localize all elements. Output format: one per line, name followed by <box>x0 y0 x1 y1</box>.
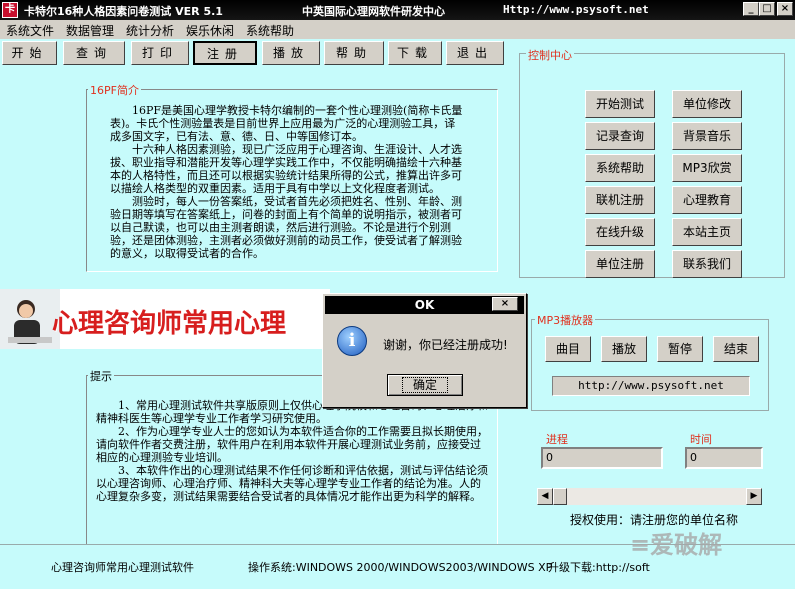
menu-file[interactable]: 系统文件 <box>6 22 54 39</box>
control-center-label: 控制中心 <box>526 47 574 63</box>
unit-register-button[interactable]: 单位注册 <box>585 250 655 278</box>
intro-paragraph: 16PF是美国心理学教授卡特尔编制的一套个性心理测验(简称卡氏量表)。卡氏个性测… <box>110 104 463 143</box>
menu-entertainment[interactable]: 娱乐休闲 <box>186 22 234 39</box>
menu-data[interactable]: 数据管理 <box>66 22 114 39</box>
mp3-label: MP3播放器 <box>535 312 596 328</box>
tips-paragraph: 3、本软件作出的心理测试结果不作任何诊断和评估依据，测试与评估结论须以心理咨询师… <box>96 464 488 503</box>
status-os: 操作系统:WINDOWS 2000/WINDOWS2003/WINDOWS XP <box>248 561 553 574</box>
toolbar-query-button[interactable]: 查询 <box>63 41 125 65</box>
close-button[interactable]: × <box>777 2 793 16</box>
record-query-button[interactable]: 记录查询 <box>585 122 655 150</box>
title-bar: 卡 卡特尔16种人格因素问卷测试 VER 5.1 中英国际心理网软件研发中心 H… <box>0 0 795 20</box>
mp3-stop-button[interactable]: 结束 <box>713 336 759 362</box>
tips-label: 提示 <box>88 368 114 384</box>
dialog-ok-button[interactable]: 确定 <box>387 374 463 396</box>
title-url: Http://www.psysoft.net <box>503 3 649 16</box>
dialog-message: 谢谢，你已经注册成功! <box>383 338 508 352</box>
online-register-button[interactable]: 联机注册 <box>585 186 655 214</box>
intro-text: 16PF是美国心理学教授卡特尔编制的一套个性心理测验(简称卡氏量表)。卡氏个性测… <box>110 104 466 260</box>
mp3-play-button[interactable]: 播放 <box>601 336 647 362</box>
menu-stats[interactable]: 统计分析 <box>126 22 174 39</box>
unit-edit-button[interactable]: 单位修改 <box>672 90 742 118</box>
status-upgrade: 升级下载:http://soft <box>548 561 650 574</box>
ok-button-label: 确定 <box>401 377 448 393</box>
scroll-left-icon[interactable]: ◀ <box>537 488 553 505</box>
psych-education-button[interactable]: 心理教育 <box>672 186 742 214</box>
menu-help[interactable]: 系统帮助 <box>246 22 294 39</box>
scroll-right-icon[interactable]: ▶ <box>746 488 762 505</box>
track-list-button[interactable]: 曲目 <box>545 336 591 362</box>
toolbar-play-button[interactable]: 播放 <box>262 41 320 65</box>
mp3-button[interactable]: MP3欣赏 <box>672 154 742 182</box>
background-music-button[interactable]: 背景音乐 <box>672 122 742 150</box>
window-title: 卡特尔16种人格因素问卷测试 VER 5.1 <box>24 5 223 18</box>
status-app-name: 心理咨询师常用心理测试软件 <box>51 561 194 574</box>
start-test-button[interactable]: 开始测试 <box>585 90 655 118</box>
contact-us-button[interactable]: 联系我们 <box>672 250 742 278</box>
banner-image: 心理咨询师常用心理 <box>0 289 330 349</box>
time-field: 0 <box>685 447 763 469</box>
app-window: 卡 卡特尔16种人格因素问卷测试 VER 5.1 中英国际心理网软件研发中心 H… <box>0 0 795 589</box>
toolbar-register-button[interactable]: 注册 <box>193 41 257 65</box>
time-label: 时间 <box>688 431 714 447</box>
scroll-thumb[interactable] <box>553 488 567 505</box>
mp3-pause-button[interactable]: 暂停 <box>657 336 703 362</box>
toolbar-download-button[interactable]: 下载 <box>388 41 442 65</box>
dialog-close-icon[interactable]: × <box>492 297 518 311</box>
intro-label: 16PF简介 <box>88 82 141 98</box>
toolbar-print-button[interactable]: 打印 <box>131 41 189 65</box>
intro-paragraph: 测验时，每人一份答案纸，受试者首先必须把姓名、性别、年龄、测验日期等填写在答案纸… <box>110 195 462 260</box>
online-upgrade-button[interactable]: 在线升级 <box>585 218 655 246</box>
system-help-button[interactable]: 系统帮助 <box>585 154 655 182</box>
toolbar-start-button[interactable]: 开始 <box>2 41 57 65</box>
position-scrollbar[interactable]: ◀ ▶ <box>537 488 762 505</box>
maximize-button[interactable]: □ <box>759 2 775 16</box>
watermark-logo: ≡爱破解 <box>630 530 723 559</box>
info-icon: i <box>337 326 367 356</box>
progress-label: 进程 <box>544 431 570 447</box>
app-icon[interactable]: 卡 <box>2 2 18 18</box>
minimize-button[interactable]: _ <box>743 2 759 16</box>
ok-dialog: OK × i 谢谢，你已经注册成功! 确定 <box>322 293 527 408</box>
progress-field: 0 <box>541 447 663 469</box>
toolbar-exit-button[interactable]: 退出 <box>446 41 504 65</box>
toolbar-help-button[interactable]: 帮助 <box>324 41 384 65</box>
consultant-photo-icon <box>0 289 60 349</box>
tips-text: 1、常用心理测试软件共享版原则上仅供心理学院校和心理咨询、心理治疗和精神科医生等… <box>96 399 490 503</box>
tips-paragraph: 2、作为心理学专业人士的您如认为本软件适合你的工作需要且拟长期使用，请向软件作者… <box>96 425 488 464</box>
homepage-button[interactable]: 本站主页 <box>672 218 742 246</box>
intro-paragraph: 十六种人格因素测验，现已广泛应用于心理咨询、生涯设计、人才选拔、职业指导和潜能开… <box>110 143 462 195</box>
banner-text: 心理咨询师常用心理 <box>52 309 287 339</box>
mp3-player-group <box>531 319 769 411</box>
title-center-text: 中英国际心理网软件研发中心 <box>302 5 445 18</box>
menu-bar: 系统文件 数据管理 统计分析 娱乐休闲 系统帮助 <box>0 20 795 39</box>
mp3-url-field: http://www.psysoft.net <box>552 376 750 396</box>
